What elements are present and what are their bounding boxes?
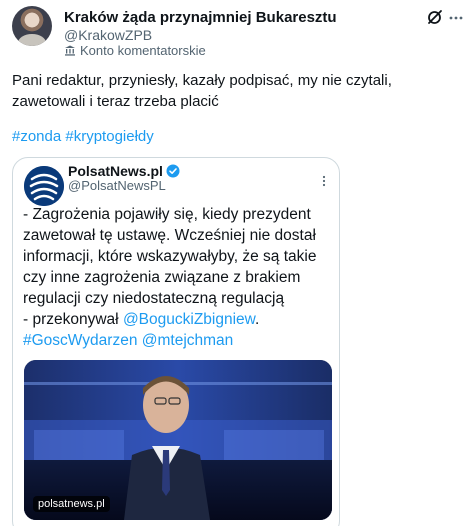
quoted-text-line: informacji, które wskazywałyby, że są ta… — [23, 248, 317, 265]
quoted-author-name-text: PolsatNews.pl — [68, 163, 163, 179]
quoted-media-image[interactable]: polsatnews.pl — [24, 360, 332, 520]
author-handle[interactable]: @KrakowZPB — [64, 27, 152, 43]
quoted-tags-line: #GoscWydarzen @mtejchman — [23, 330, 335, 351]
quoted-author-name[interactable]: PolsatNews.pl — [68, 163, 180, 179]
quoted-more-icon[interactable] — [317, 174, 331, 188]
verified-badge-icon — [166, 164, 180, 178]
quoted-text-line: - Zagrożenia pojawiły się, kiedy prezyde… — [23, 206, 311, 223]
author-name[interactable]: Kraków żąda przynajmniej Bukaresztu — [64, 9, 337, 26]
quoted-text-line: zawetował tę ustawę. Wcześniej nie dosta… — [23, 227, 316, 244]
post-hashtags[interactable]: #zonda #kryptogiełdy — [12, 127, 154, 147]
polsat-logo-icon — [24, 166, 64, 206]
hashtag-link[interactable]: #GoscWydarzen — [23, 332, 137, 349]
quoted-author-handle[interactable]: @PolsatNewsPL — [68, 178, 166, 193]
account-type-label: Konto komentatorskie — [64, 43, 206, 58]
quoted-text-line: regulacji czy niedostateczną regulacją — [23, 290, 285, 307]
quoted-post-text: - Zagrożenia pojawiły się, kiedy prezyde… — [23, 204, 335, 351]
post-text: Pani redaktur, przyniesły, kazały podpis… — [12, 72, 392, 110]
grok-icon[interactable] — [426, 8, 444, 26]
mention-link[interactable]: @mtejchman — [142, 332, 234, 349]
account-type-text: Konto komentatorskie — [80, 43, 206, 58]
media-source-label: polsatnews.pl — [33, 496, 110, 512]
quoted-author-avatar[interactable] — [24, 166, 64, 206]
quoted-post-card[interactable]: PolsatNews.pl @PolsatNewsPL - Zagrożenia… — [12, 157, 340, 526]
quoted-text-period: . — [255, 311, 260, 328]
quoted-text-line-with-mention: - przekonywał @BoguckiZbigniew. — [23, 309, 335, 330]
post-author-avatar[interactable] — [12, 6, 52, 46]
bank-icon — [65, 45, 75, 56]
quoted-text-line: czy inne zagrożenia związane z brakiem — [23, 269, 301, 286]
quoted-text-fragment: - przekonywał — [23, 311, 123, 328]
mention-link[interactable]: @BoguckiZbigniew — [123, 311, 255, 328]
more-icon[interactable] — [448, 10, 464, 26]
